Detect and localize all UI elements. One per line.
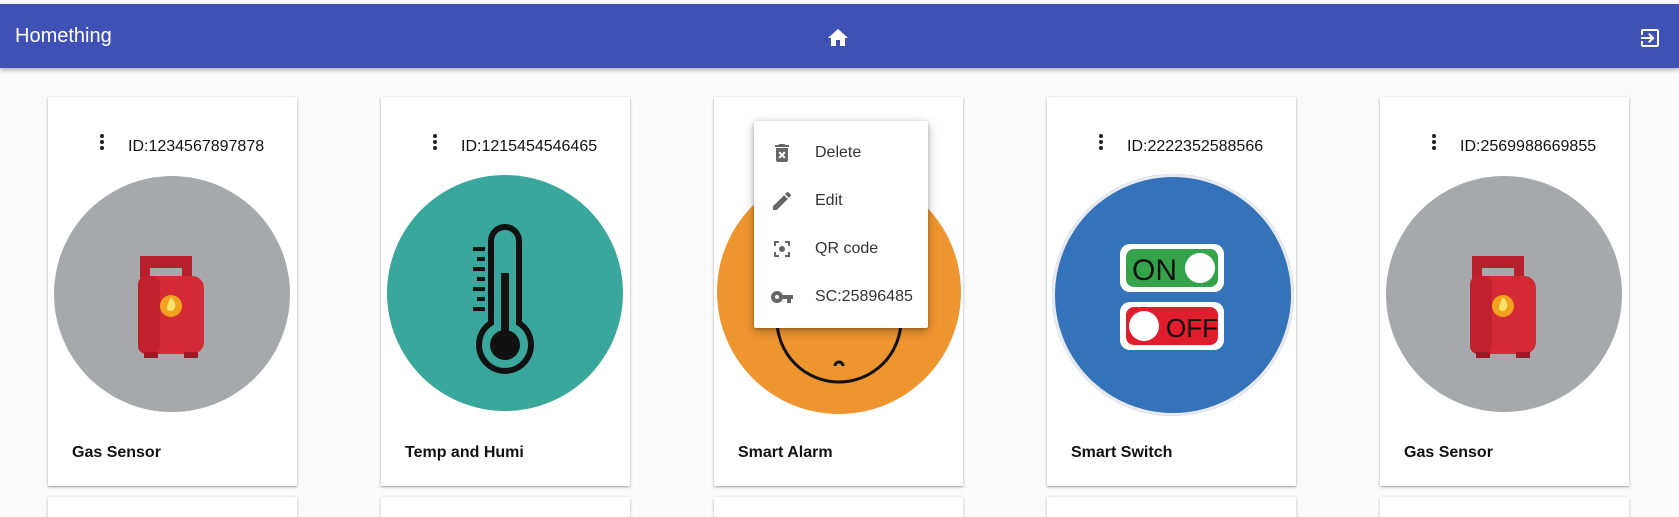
menu-item-security-code[interactable]: SC:25896485 — [754, 273, 928, 321]
edit-icon — [773, 191, 792, 210]
gas-cylinder-icon — [138, 256, 204, 358]
device-card-temp-humi[interactable]: ID:1215454546465 Temp and Humi — [381, 97, 630, 486]
device-id: ID:2222352588566 — [1127, 138, 1264, 155]
device-name: Temp and Humi — [405, 444, 524, 461]
card-menu-button[interactable] — [1095, 132, 1107, 152]
device-name: Smart Alarm — [738, 444, 833, 461]
more-vert-icon — [433, 134, 437, 150]
card-menu-button[interactable] — [96, 132, 108, 152]
more-vert-icon — [100, 134, 104, 150]
card-context-menu: Delete Edit QR code SC:25896485 — [754, 121, 928, 328]
device-name: Smart Switch — [1071, 444, 1173, 461]
qr-scan-icon — [774, 241, 790, 257]
device-id: ID:1215454546465 — [461, 138, 598, 155]
gas-cylinder-icon — [1470, 256, 1536, 358]
on-off-switch-icon: ON OFF — [1120, 244, 1224, 350]
device-card[interactable] — [48, 497, 297, 517]
device-id: ID:2569988669855 — [1460, 138, 1597, 155]
device-card-gas-sensor[interactable]: ID:1234567897878 Gas Sensor — [48, 97, 297, 486]
logout-button[interactable] — [1638, 26, 1662, 50]
menu-item-delete[interactable]: Delete — [754, 129, 928, 177]
more-vert-icon — [1099, 134, 1103, 150]
key-icon — [770, 291, 793, 303]
home-button[interactable] — [826, 26, 850, 50]
menu-item-qr-code[interactable]: QR code — [754, 225, 928, 273]
card-menu-button[interactable] — [1428, 132, 1440, 152]
menu-item-label: SC:25896485 — [815, 288, 913, 305]
menu-item-edit[interactable]: Edit — [754, 177, 928, 225]
device-card[interactable] — [381, 497, 630, 517]
device-card-gas-sensor-2[interactable]: ID:2569988669855 Gas Sensor — [1380, 97, 1629, 486]
delete-icon — [775, 144, 789, 162]
device-card[interactable] — [714, 497, 963, 517]
app-title: Homething — [15, 25, 112, 47]
device-name: Gas Sensor — [1404, 444, 1493, 461]
more-vert-icon — [1432, 134, 1436, 150]
home-icon — [828, 29, 848, 46]
switch-off-label: OFF — [1166, 313, 1218, 343]
gas-sensor-image — [54, 176, 290, 412]
switch-on-label: ON — [1132, 254, 1177, 287]
card-menu-button[interactable] — [429, 132, 441, 152]
device-card[interactable] — [1380, 497, 1629, 517]
device-id: ID:1234567897878 — [128, 138, 265, 155]
temp-sensor-image — [387, 175, 623, 411]
thermometer-icon — [473, 224, 534, 374]
device-name: Gas Sensor — [72, 444, 161, 461]
device-card[interactable] — [1047, 497, 1296, 517]
gas-sensor-image — [1386, 176, 1622, 412]
menu-item-label: Delete — [815, 144, 862, 161]
exit-to-app-icon — [1641, 29, 1659, 47]
menu-item-label: QR code — [815, 240, 879, 257]
app-bar: Homething — [0, 4, 1679, 68]
menu-item-label: Edit — [815, 192, 843, 209]
switch-image: ON OFF — [1052, 174, 1294, 416]
device-card-smart-switch[interactable]: ID:2222352588566 ON OFF Smart Switch — [1047, 97, 1296, 486]
